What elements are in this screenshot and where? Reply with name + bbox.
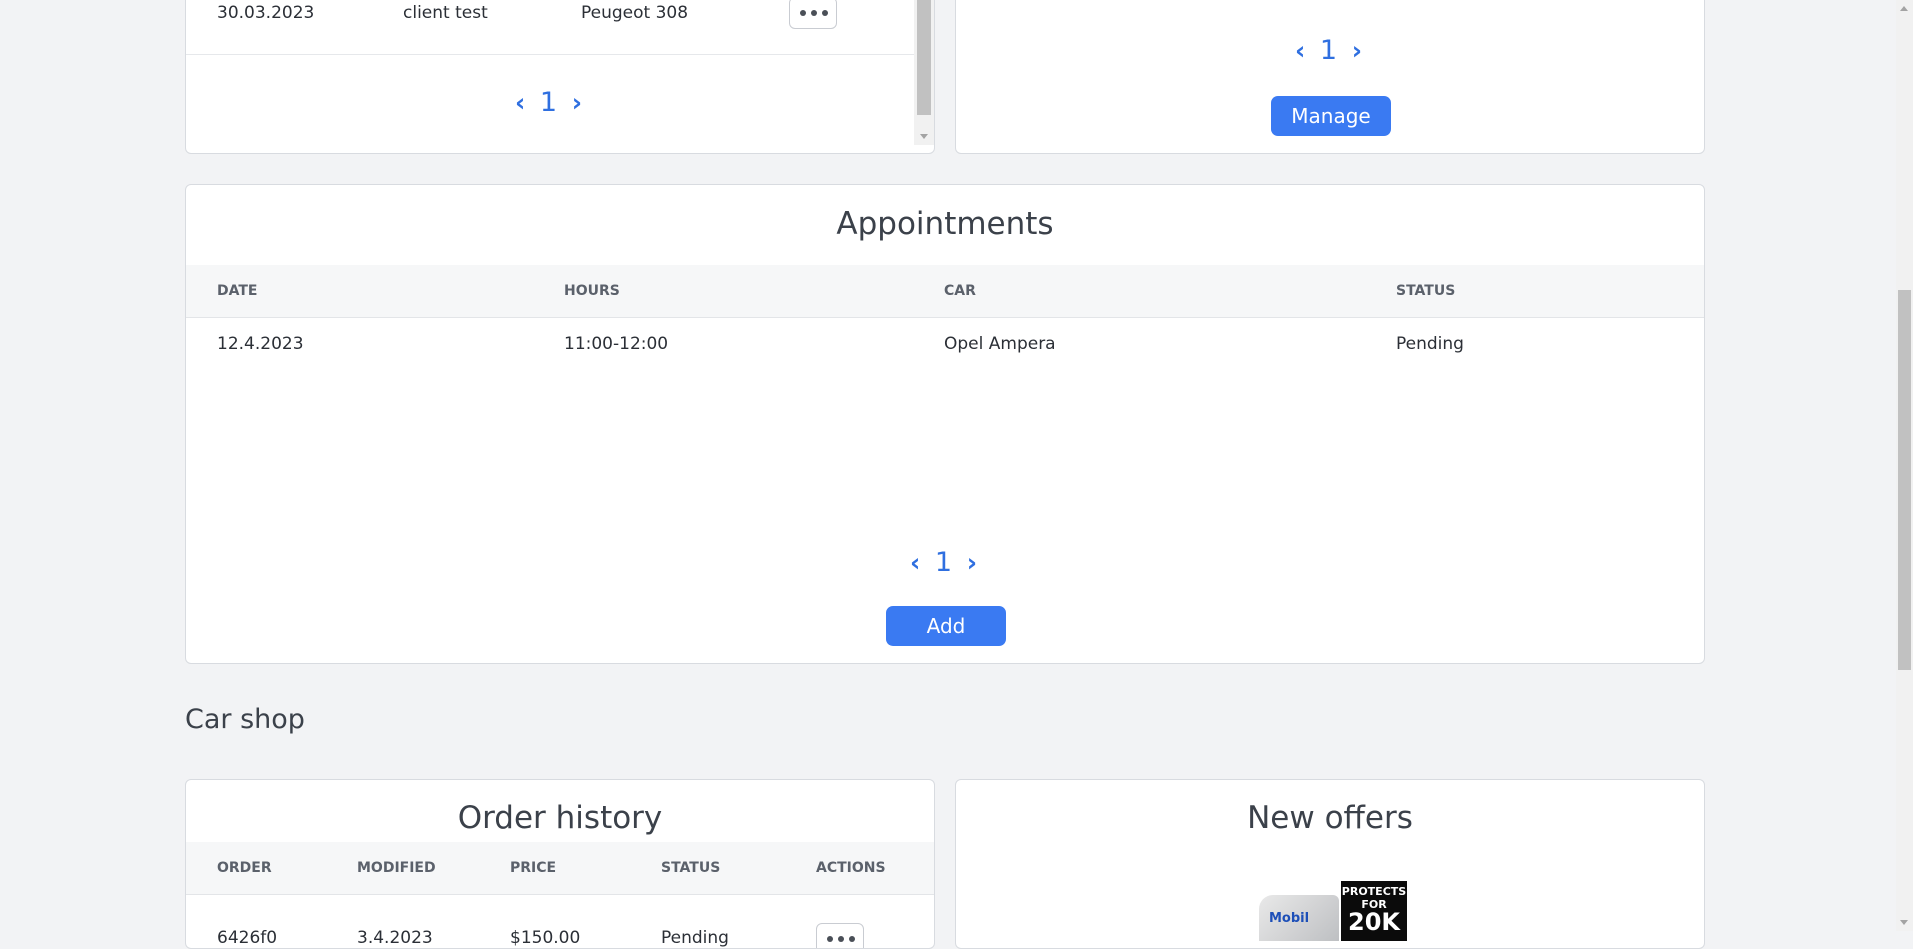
pager-prev-icon[interactable]: ‹ [515,88,528,118]
column-header-status: STATUS [661,860,721,876]
manage-card: ‹ 1 › Manage [955,0,1705,154]
appointment-date: 12.4.2023 [217,334,304,354]
order-status: Pending [661,928,729,948]
pager-next-icon[interactable]: › [1352,36,1365,66]
add-appointment-button[interactable]: Add [886,606,1006,646]
inner-scrollbar-thumb[interactable] [917,0,931,115]
appointment-car: Opel Ampera [944,334,1056,354]
appointment-hours: 11:00-12:00 [564,334,669,354]
pager-page-number[interactable]: 1 [540,88,560,118]
vehicle-row-client: client test [403,3,488,23]
appointment-status: Pending [1396,334,1464,354]
appointments-pager: ‹ 1 › [186,548,1704,578]
column-header-order: ORDER [217,860,272,876]
offer-banner: PROTECTS FOR 20K [1341,881,1407,941]
inner-scrollbar[interactable] [914,0,934,145]
column-header-status: STATUS [1396,283,1456,299]
column-header-actions: ACTIONS [816,860,886,876]
pager-prev-icon[interactable]: ‹ [1295,36,1308,66]
order-actions-button[interactable] [816,923,864,948]
scroll-up-arrow-icon[interactable] [1900,6,1908,11]
page-scrollbar-thumb[interactable] [1898,290,1911,670]
section-heading-car-shop: Car shop [185,704,305,735]
table-row[interactable]: 12.4.2023 11:00-12:00 Opel Ampera Pendin… [186,318,1704,378]
manage-pager: ‹ 1 › [956,36,1704,66]
offer-product-image[interactable]: Mobil PROTECTS FOR 20K [1259,881,1407,941]
pager-next-icon[interactable]: › [572,88,585,118]
order-modified: 3.4.2023 [357,928,433,948]
vehicle-row-actions-button[interactable] [789,0,837,29]
column-header-hours: HOURS [564,283,620,299]
table-row[interactable]: 6426f0 3.4.2023 $150.00 Pending [186,895,934,948]
pager-next-icon[interactable]: › [967,548,980,578]
manage-button[interactable]: Manage [1271,96,1391,136]
scroll-down-arrow-icon[interactable] [920,134,928,139]
order-id: 6426f0 [217,928,278,948]
order-table-header: ORDER MODIFIED PRICE STATUS ACTIONS [186,842,934,895]
brand-logo-text: Mobil [1269,911,1310,926]
appointments-card: Appointments DATE HOURS CAR STATUS 12.4.… [185,184,1705,664]
vehicles-pager: ‹ 1 › [186,88,914,118]
new-offers-card: New offers Mobil PROTECTS FOR 20K [955,779,1705,949]
column-header-date: DATE [217,283,258,299]
vehicles-card: 30.03.2023 client test Peugeot 308 ‹ 1 › [185,0,935,154]
appointments-table-header: DATE HOURS CAR STATUS [186,265,1704,318]
vehicle-row-date: 30.03.2023 [217,3,315,23]
appointments-title: Appointments [836,206,1054,242]
vehicle-row-car: Peugeot 308 [581,3,689,23]
banner-line: 20K [1348,908,1400,936]
column-header-modified: MODIFIED [357,860,436,876]
pager-page-number[interactable]: 1 [1320,36,1340,66]
new-offers-title: New offers [1247,800,1413,836]
order-history-card: Order history ORDER MODIFIED PRICE STATU… [185,779,935,949]
order-price: $150.00 [510,928,581,948]
row-divider [186,54,914,55]
column-header-price: PRICE [510,860,557,876]
page-scrollbar[interactable] [1896,0,1913,931]
scroll-down-arrow-icon[interactable] [1900,920,1908,925]
pager-prev-icon[interactable]: ‹ [910,548,923,578]
order-history-title: Order history [457,800,663,836]
banner-line: PROTECTS [1341,885,1407,898]
column-header-car: CAR [944,283,976,299]
pager-page-number[interactable]: 1 [935,548,955,578]
